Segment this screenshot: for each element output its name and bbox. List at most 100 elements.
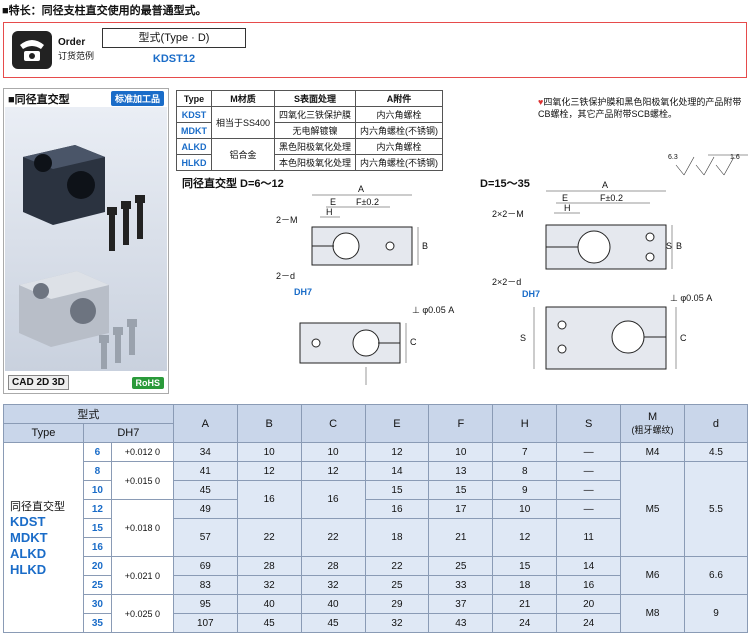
cell-E: 18 [364,518,430,557]
cell-M: M4 [620,442,685,462]
cell-B: 16 [236,480,302,519]
cell-H: 18 [492,575,558,595]
dim-B: B [422,241,428,251]
cell-S: 16 [556,575,622,595]
col-F: F [428,404,494,443]
cad-badge[interactable]: CAD 2D 3D [8,375,69,390]
cell-B: 40 [236,594,302,614]
cell-C: 45 [300,613,366,633]
note-text: 四氧化三铁保护膜和黑色阳极氧化处理的产品附带CB螺栓，其它产品附带SCB螺栓。 [538,97,742,119]
dim-A-large: A [602,180,608,190]
tolerance: +0.015 0 [110,461,174,500]
technical-drawing: 同径直交型 D=6～12 D=15～35 6.3 1.6 A E F±0.2 H… [176,145,748,395]
cell-C: 16 [300,480,366,519]
cell-S: — [556,442,622,462]
col-E: E [364,404,430,443]
d-value: 25 [82,575,112,595]
d-value: 30 [82,594,112,614]
cell-d: 9 [683,594,749,633]
cell-C: 10 [300,442,366,462]
cell-E: 14 [364,461,430,481]
cell-E: 12 [364,442,430,462]
cell-S: — [556,480,622,500]
cell-F: 43 [428,613,494,633]
cell-E: 25 [364,575,430,595]
cell-S: 14 [556,556,622,576]
col-M: M (粗牙螺纹) [620,404,685,443]
type-name-cn: 同径直交型 [10,500,65,513]
cell-S: 24 [556,613,622,633]
type-code: KDST [10,513,46,529]
dim-C-large: C [680,333,687,343]
cell-A: 41 [172,461,238,481]
dim-DH7: DH7 [294,287,312,297]
cell-B: 28 [236,556,302,576]
cell-M: M5 [620,461,685,557]
d-value: 6 [82,442,112,462]
cell-d: 4.5 [683,442,749,462]
d-value: 16 [82,537,112,557]
cell-H: 8 [492,461,558,481]
spec-type: MDKT [176,122,212,139]
dim-A: A [358,184,364,194]
d-value: 8 [82,461,112,481]
cell-C: 12 [300,461,366,481]
cell-B: 32 [236,575,302,595]
cell-F: 17 [428,499,494,519]
order-example-box: Order 订货范例 型式(Type · D) KDST12 [3,22,747,78]
dim-H: H [326,207,333,217]
cell-E: 16 [364,499,430,519]
cell-F: 21 [428,518,494,557]
col-M-sub: (粗牙螺纹) [631,425,674,435]
type-names: 同径直交型 KDST MDKT ALKD HLKD [3,442,84,633]
d-value: 35 [82,613,112,633]
tolerance-box: ⊥ φ0.05 A [412,305,454,315]
cell-H: 9 [492,480,558,500]
col-C: C [300,404,366,443]
type-code: MDKT [10,529,48,545]
spec-surface: 四氧化三铁保护膜 [274,106,357,123]
dim-S-large2: S [520,333,526,343]
col-B: B [236,404,302,443]
spec-type: KDST [176,106,212,123]
cell-E: 15 [364,480,430,500]
cell-A: 107 [172,613,238,633]
roughness-label: 6.3 [668,154,678,161]
cell-E: 32 [364,613,430,633]
dim-E: E [330,197,336,207]
cell-S: 20 [556,594,622,614]
note: ♥四氧化三铁保护膜和黑色阳极氧化处理的产品附带CB螺栓，其它产品附带SCB螺栓。 [538,96,748,120]
type-code: ALKD [10,545,47,561]
cell-F: 25 [428,556,494,576]
cell-B: 22 [236,518,302,557]
drawing-title-large: D=15～35 [480,178,530,190]
drawing-title-small: 同径直交型 D=6～12 [182,176,284,190]
dim-C: C [410,337,417,347]
cell-C: 40 [300,594,366,614]
dim-F: F±0.2 [356,197,379,207]
dim-F-large: F±0.2 [600,193,623,203]
dim-2M: 2－M [276,215,298,225]
tolerance: +0.018 0 [110,499,174,557]
col-H: H [492,404,558,443]
type-code: HLKD [10,561,47,577]
cell-C: 22 [300,518,366,557]
dim-DH7-large: DH7 [522,289,540,299]
dim-B-large: B [676,241,682,251]
cell-H: 7 [492,442,558,462]
cell-C: 32 [300,575,366,595]
cell-H: 15 [492,556,558,576]
spec-header: A附件 [355,90,444,107]
spec-header: S表面处理 [274,90,357,107]
dim-S-large: S [666,241,672,251]
type-heading: 型式(Type · D) [102,28,246,48]
product-photo [5,107,167,371]
d-value: 20 [82,556,112,576]
cell-S: — [556,499,622,519]
cell-S: — [556,461,622,481]
tolerance: +0.021 0 [110,556,174,595]
dim-E-large: E [562,193,568,203]
spec-header: Type [176,90,212,107]
cell-d: 5.5 [683,461,749,557]
col-D: DH7 [82,423,174,443]
